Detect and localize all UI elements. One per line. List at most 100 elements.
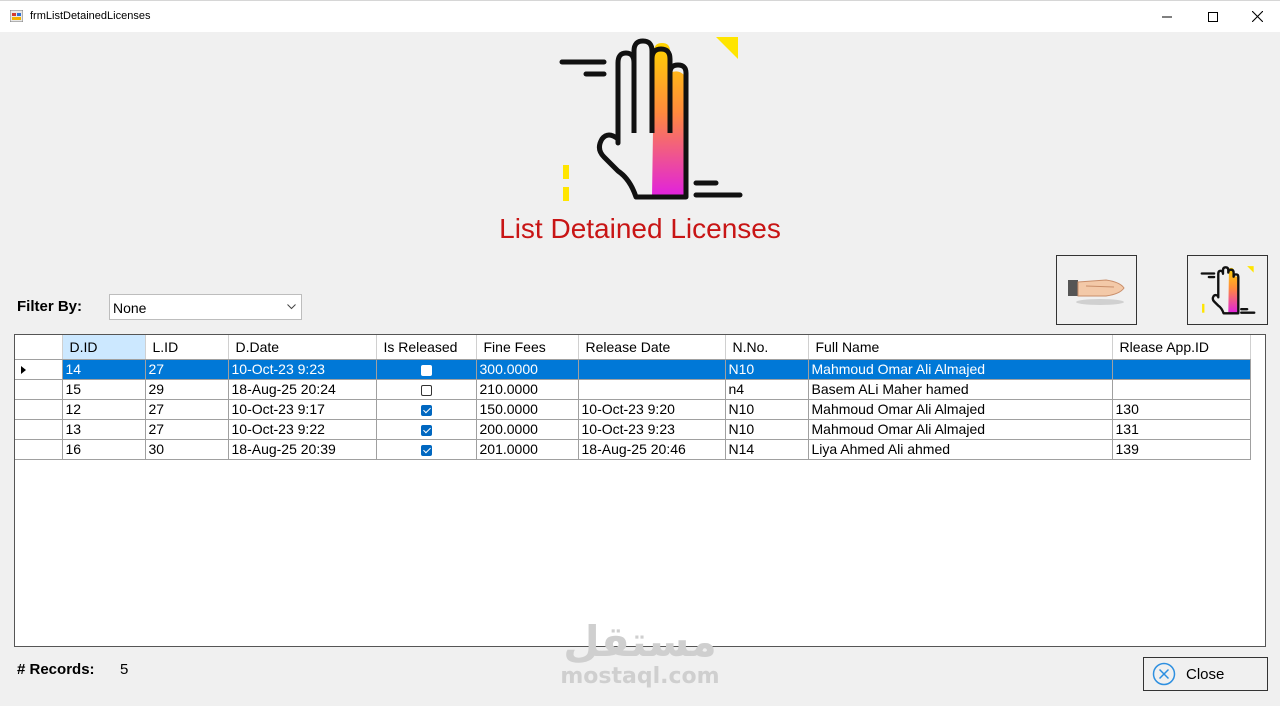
cell-lid[interactable]: 27 <box>145 419 229 440</box>
records-label: # Records: <box>17 661 95 678</box>
cell-full-name[interactable]: Mahmoud Omar Ali Almajed <box>808 419 1113 440</box>
is-released-checkbox[interactable] <box>420 444 432 456</box>
column-header-fine-fees[interactable]: Fine Fees <box>476 335 579 360</box>
window-title: frmListDetainedLicenses <box>30 10 151 22</box>
detain-license-button[interactable] <box>1187 255 1268 325</box>
cell-lid[interactable]: 30 <box>145 439 229 460</box>
cell-release-app-id[interactable]: 131 <box>1112 419 1251 440</box>
cell-ddate[interactable]: 18-Aug-25 20:24 <box>228 379 377 400</box>
page-title: List Detained Licenses <box>499 213 781 244</box>
release-license-button[interactable] <box>1056 255 1137 325</box>
cell-lid[interactable]: 27 <box>145 399 229 420</box>
table-row[interactable]: 13 27 10-Oct-23 9:22 200.0000 10-Oct-23 9:23… <box>15 419 1251 440</box>
watermark: مستقل mostaql.com <box>560 619 720 695</box>
cell-nno[interactable]: N10 <box>725 399 809 420</box>
cell-fine-fees[interactable]: 300.0000 <box>476 359 579 380</box>
app-icon <box>10 10 23 22</box>
cell-is-released[interactable] <box>376 359 477 380</box>
cell-did[interactable]: 12 <box>62 399 146 420</box>
is-released-checkbox[interactable] <box>420 424 432 436</box>
row-header[interactable] <box>15 439 63 460</box>
cell-nno[interactable]: n4 <box>725 379 809 400</box>
cell-did[interactable]: 15 <box>62 379 146 400</box>
licenses-table: D.ID L.ID D.Date Is Released Fine Fees R… <box>15 335 1251 460</box>
column-header-release-date[interactable]: Release Date <box>578 335 726 360</box>
close-button[interactable]: Close <box>1143 657 1268 691</box>
is-released-checkbox[interactable] <box>420 384 432 396</box>
cell-ddate[interactable]: 10-Oct-23 9:22 <box>228 419 377 440</box>
table-row[interactable]: 15 29 18-Aug-25 20:24 210.0000 n4 Basem ALi M… <box>15 379 1251 400</box>
cell-is-released[interactable] <box>376 419 477 440</box>
cell-did[interactable]: 14 <box>62 359 146 380</box>
column-header-nno[interactable]: N.No. <box>725 335 809 360</box>
row-header[interactable] <box>15 379 63 400</box>
cell-release-app-id[interactable]: 139 <box>1112 439 1251 460</box>
cell-is-released[interactable] <box>376 439 477 460</box>
current-row-arrow-icon <box>21 365 26 374</box>
cell-fine-fees[interactable]: 210.0000 <box>476 379 579 400</box>
title-bar[interactable]: frmListDetainedLicenses <box>0 1 1280 32</box>
cell-fine-fees[interactable]: 201.0000 <box>476 439 579 460</box>
column-header-did[interactable]: D.ID <box>62 335 146 360</box>
cell-release-date[interactable] <box>578 359 726 380</box>
cell-release-app-id[interactable] <box>1112 379 1251 400</box>
cell-full-name[interactable]: Mahmoud Omar Ali Almajed <box>808 359 1113 380</box>
table-row[interactable]: 16 30 18-Aug-25 20:39 201.0000 18-Aug-25 20:… <box>15 439 1251 460</box>
filter-by-select[interactable]: None <box>109 294 302 320</box>
column-header-is-released[interactable]: Is Released <box>376 335 477 360</box>
cell-fine-fees[interactable]: 200.0000 <box>476 419 579 440</box>
row-header[interactable] <box>15 419 63 440</box>
cell-full-name[interactable]: Mahmoud Omar Ali Almajed <box>808 399 1113 420</box>
minimize-button[interactable] <box>1144 1 1190 32</box>
cell-release-date[interactable]: 18-Aug-25 20:46 <box>578 439 726 460</box>
cell-ddate[interactable]: 10-Oct-23 9:17 <box>228 399 377 420</box>
table-row[interactable]: 12 27 10-Oct-23 9:17 150.0000 10-Oct-23 9:20… <box>15 399 1251 420</box>
column-header-release-app-id[interactable]: Rlease App.ID <box>1112 335 1251 360</box>
cell-ddate[interactable]: 18-Aug-25 20:39 <box>228 439 377 460</box>
cell-release-app-id[interactable] <box>1112 359 1251 380</box>
window-close-button[interactable] <box>1234 1 1280 32</box>
row-header[interactable] <box>15 399 63 420</box>
maximize-icon <box>1208 11 1218 22</box>
column-header-lid[interactable]: L.ID <box>145 335 229 360</box>
cell-release-date[interactable]: 10-Oct-23 9:23 <box>578 419 726 440</box>
close-icon <box>1251 11 1263 22</box>
row-header-corner <box>15 335 63 360</box>
cell-release-app-id[interactable]: 130 <box>1112 399 1251 420</box>
cell-fine-fees[interactable]: 150.0000 <box>476 399 579 420</box>
cell-release-date[interactable] <box>578 379 726 400</box>
close-button-label: Close <box>1186 665 1225 683</box>
release-hand-icon <box>1067 279 1125 305</box>
main-window: frmListDetainedLicenses List Detained Li… <box>0 0 1280 706</box>
table-row[interactable]: 14 27 10-Oct-23 9:23 300.0000 N10 Mahmoud Oma… <box>15 359 1251 380</box>
cell-did[interactable]: 13 <box>62 419 146 440</box>
cell-lid[interactable]: 27 <box>145 359 229 380</box>
cell-did[interactable]: 16 <box>62 439 146 460</box>
cell-nno[interactable]: N14 <box>725 439 809 460</box>
maximize-button[interactable] <box>1190 1 1236 32</box>
close-circle-icon <box>1152 662 1176 686</box>
cell-nno[interactable]: N10 <box>725 359 809 380</box>
cell-nno[interactable]: N10 <box>725 419 809 440</box>
detained-hand-icon <box>559 37 743 201</box>
watermark-latin: mostaql.com <box>560 664 720 689</box>
watermark-arabic: مستقل <box>563 617 717 666</box>
filter-selected-value: None <box>113 300 147 316</box>
filter-by-label: Filter By: <box>17 298 83 315</box>
cell-is-released[interactable] <box>376 399 477 420</box>
grid-header-row: D.ID L.ID D.Date Is Released Fine Fees R… <box>15 335 1251 360</box>
cell-release-date[interactable]: 10-Oct-23 9:20 <box>578 399 726 420</box>
cell-full-name[interactable]: Basem ALi Maher hamed <box>808 379 1113 400</box>
cell-ddate[interactable]: 10-Oct-23 9:23 <box>228 359 377 380</box>
column-header-full-name[interactable]: Full Name <box>808 335 1113 360</box>
cell-full-name[interactable]: Liya Ahmed Ali ahmed <box>808 439 1113 460</box>
cell-is-released[interactable] <box>376 379 477 400</box>
is-released-checkbox[interactable] <box>420 404 432 416</box>
column-header-ddate[interactable]: D.Date <box>228 335 377 360</box>
detained-licenses-grid[interactable]: D.ID L.ID D.Date Is Released Fine Fees R… <box>14 334 1266 647</box>
records-count: 5 <box>120 661 129 678</box>
cell-lid[interactable]: 29 <box>145 379 229 400</box>
minimize-icon <box>1162 16 1172 17</box>
is-released-checkbox[interactable] <box>420 364 432 376</box>
row-header[interactable] <box>15 359 63 380</box>
